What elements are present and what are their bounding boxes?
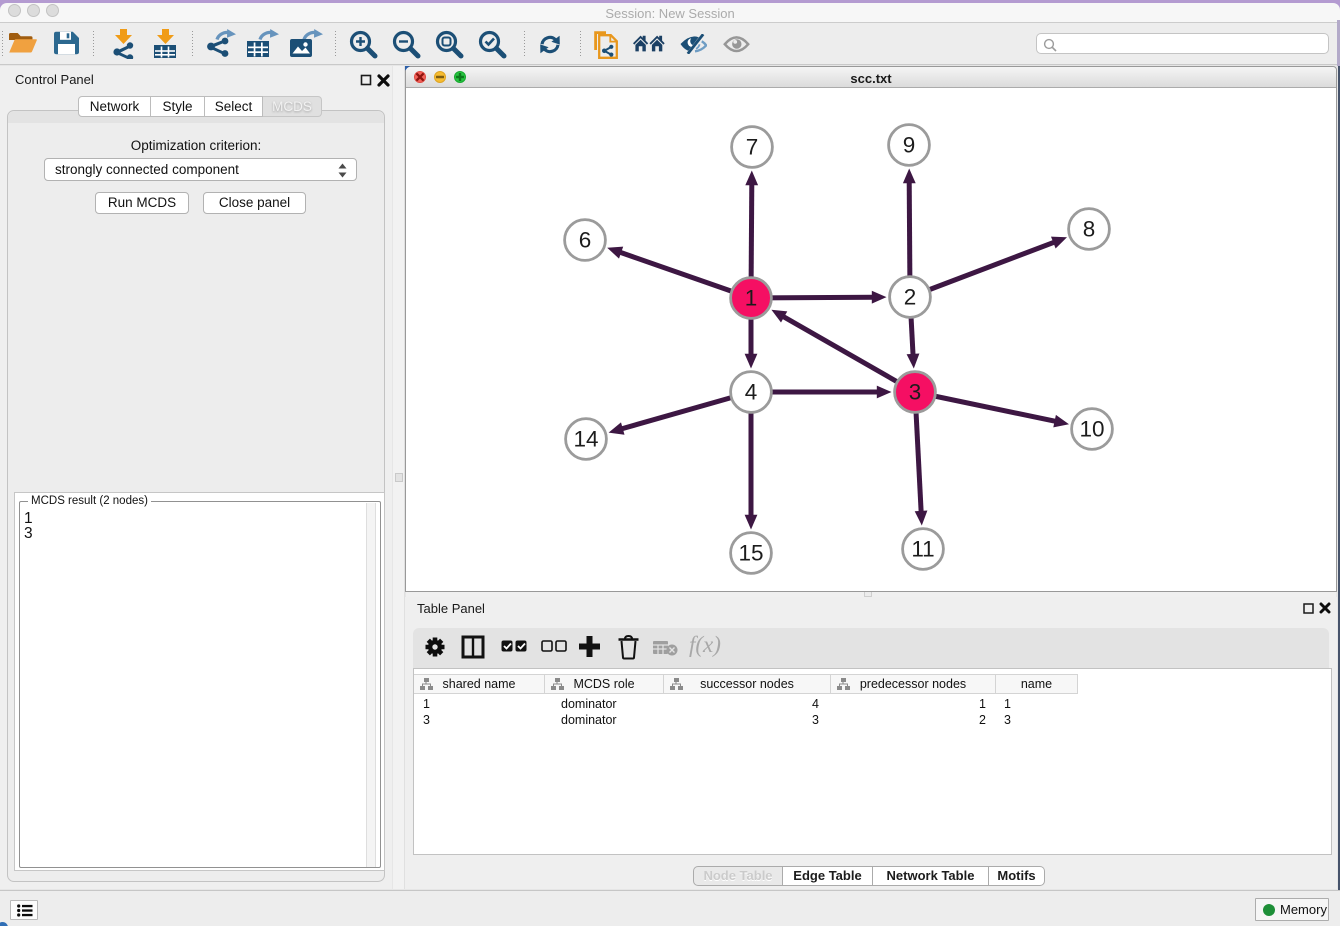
svg-text:6: 6: [579, 228, 592, 253]
svg-text:4: 4: [745, 380, 758, 405]
svg-text:8: 8: [1083, 217, 1096, 242]
svg-text:10: 10: [1079, 417, 1104, 442]
svg-text:1: 1: [745, 286, 758, 311]
svg-text:2: 2: [904, 285, 917, 310]
svg-text:15: 15: [738, 541, 763, 566]
svg-text:11: 11: [911, 537, 934, 562]
svg-text:9: 9: [903, 133, 916, 158]
svg-text:7: 7: [746, 135, 759, 160]
svg-text:3: 3: [909, 380, 922, 405]
svg-text:14: 14: [573, 427, 598, 452]
